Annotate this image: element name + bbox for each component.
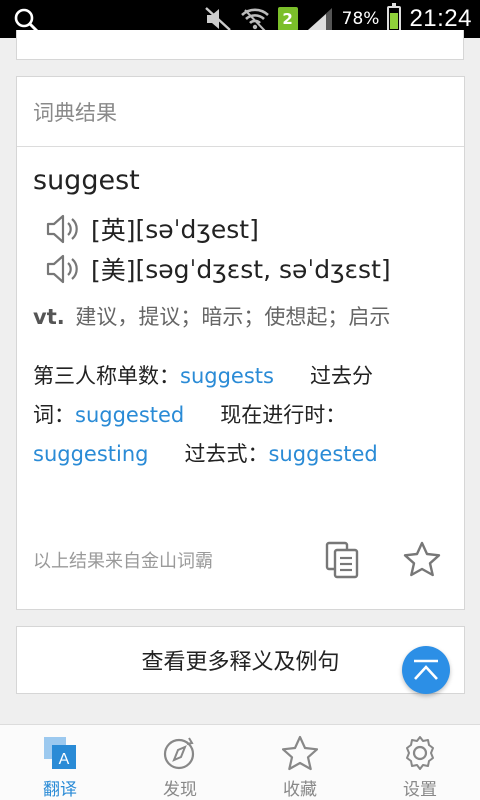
definition-text: 建议，提议；暗示；使想起；启示 <box>75 305 391 329</box>
form-label: 现在进行时： <box>220 403 347 427</box>
pronunciation-ipa: [səgˈdʒɛst, səˈdʒɛst] <box>135 254 391 284</box>
headword: suggest <box>33 165 140 196</box>
mute-icon <box>204 7 231 31</box>
sim-badge: 2 <box>277 7 298 31</box>
battery-percent: 78% <box>341 9 380 29</box>
form-link-present-participle[interactable]: suggesting <box>33 442 148 466</box>
part-of-speech: vt. <box>33 305 65 329</box>
chevron-up-icon <box>414 659 438 680</box>
tab-label: 发现 <box>163 780 197 800</box>
pronunciation-ipa: [səˈdʒest] <box>135 214 259 244</box>
speaker-icon[interactable] <box>45 253 81 285</box>
tab-translate[interactable]: A 翻译 <box>0 725 120 800</box>
speaker-icon[interactable] <box>45 213 81 245</box>
star-icon[interactable] <box>403 541 441 577</box>
form-link-past-participle[interactable]: suggested <box>75 403 184 427</box>
dictionary-card: 词典结果 suggest [英] [səˈdʒest] [美] [səgˈdʒɛ… <box>16 76 465 610</box>
tab-label: 收藏 <box>283 780 317 800</box>
pronunciation-uk: [英] [səˈdʒest] <box>45 211 259 247</box>
form-link-past-tense[interactable]: suggested <box>268 442 377 466</box>
pronunciation-label: [美] <box>91 256 136 285</box>
previous-card <box>16 30 464 60</box>
card-title: 词典结果 <box>17 77 464 147</box>
tab-label: 设置 <box>403 780 437 800</box>
form-label: 过去式： <box>184 442 269 466</box>
tab-label: 翻译 <box>43 780 77 800</box>
tab-settings[interactable]: 设置 <box>360 725 480 800</box>
pronunciation-label: [英] <box>91 216 136 245</box>
bottom-nav: A 翻译 发现 收藏 设置 <box>0 724 480 800</box>
definition: vt. 建议，提议；暗示；使想起；启示 <box>33 301 390 331</box>
svg-text:A: A <box>59 751 70 768</box>
word-forms: 第三人称单数：suggests 过去分词：suggested 现在进行时：sugge… <box>33 357 413 474</box>
form-label: 第三人称单数： <box>33 364 180 388</box>
star-icon <box>282 735 318 771</box>
clock: 21:24 <box>409 5 472 32</box>
scroll-to-top-button[interactable] <box>402 646 450 694</box>
source-note: 以上结果来自金山词霸 <box>33 551 213 572</box>
copy-icon[interactable] <box>325 541 359 579</box>
tab-favorites[interactable]: 收藏 <box>240 725 360 800</box>
compass-icon <box>163 737 195 770</box>
more-definitions-button[interactable]: 查看更多释义及例句 <box>16 626 465 694</box>
form-link-third-person[interactable]: suggests <box>180 364 274 388</box>
tab-discover[interactable]: 发现 <box>120 725 240 800</box>
translate-icon: A <box>44 737 76 769</box>
gear-icon <box>406 736 434 770</box>
wifi-icon <box>240 8 269 32</box>
pronunciation-us: [美] [səgˈdʒɛst, səˈdʒɛst] <box>45 251 391 287</box>
battery-icon <box>387 3 402 32</box>
signal-icon <box>307 8 332 30</box>
